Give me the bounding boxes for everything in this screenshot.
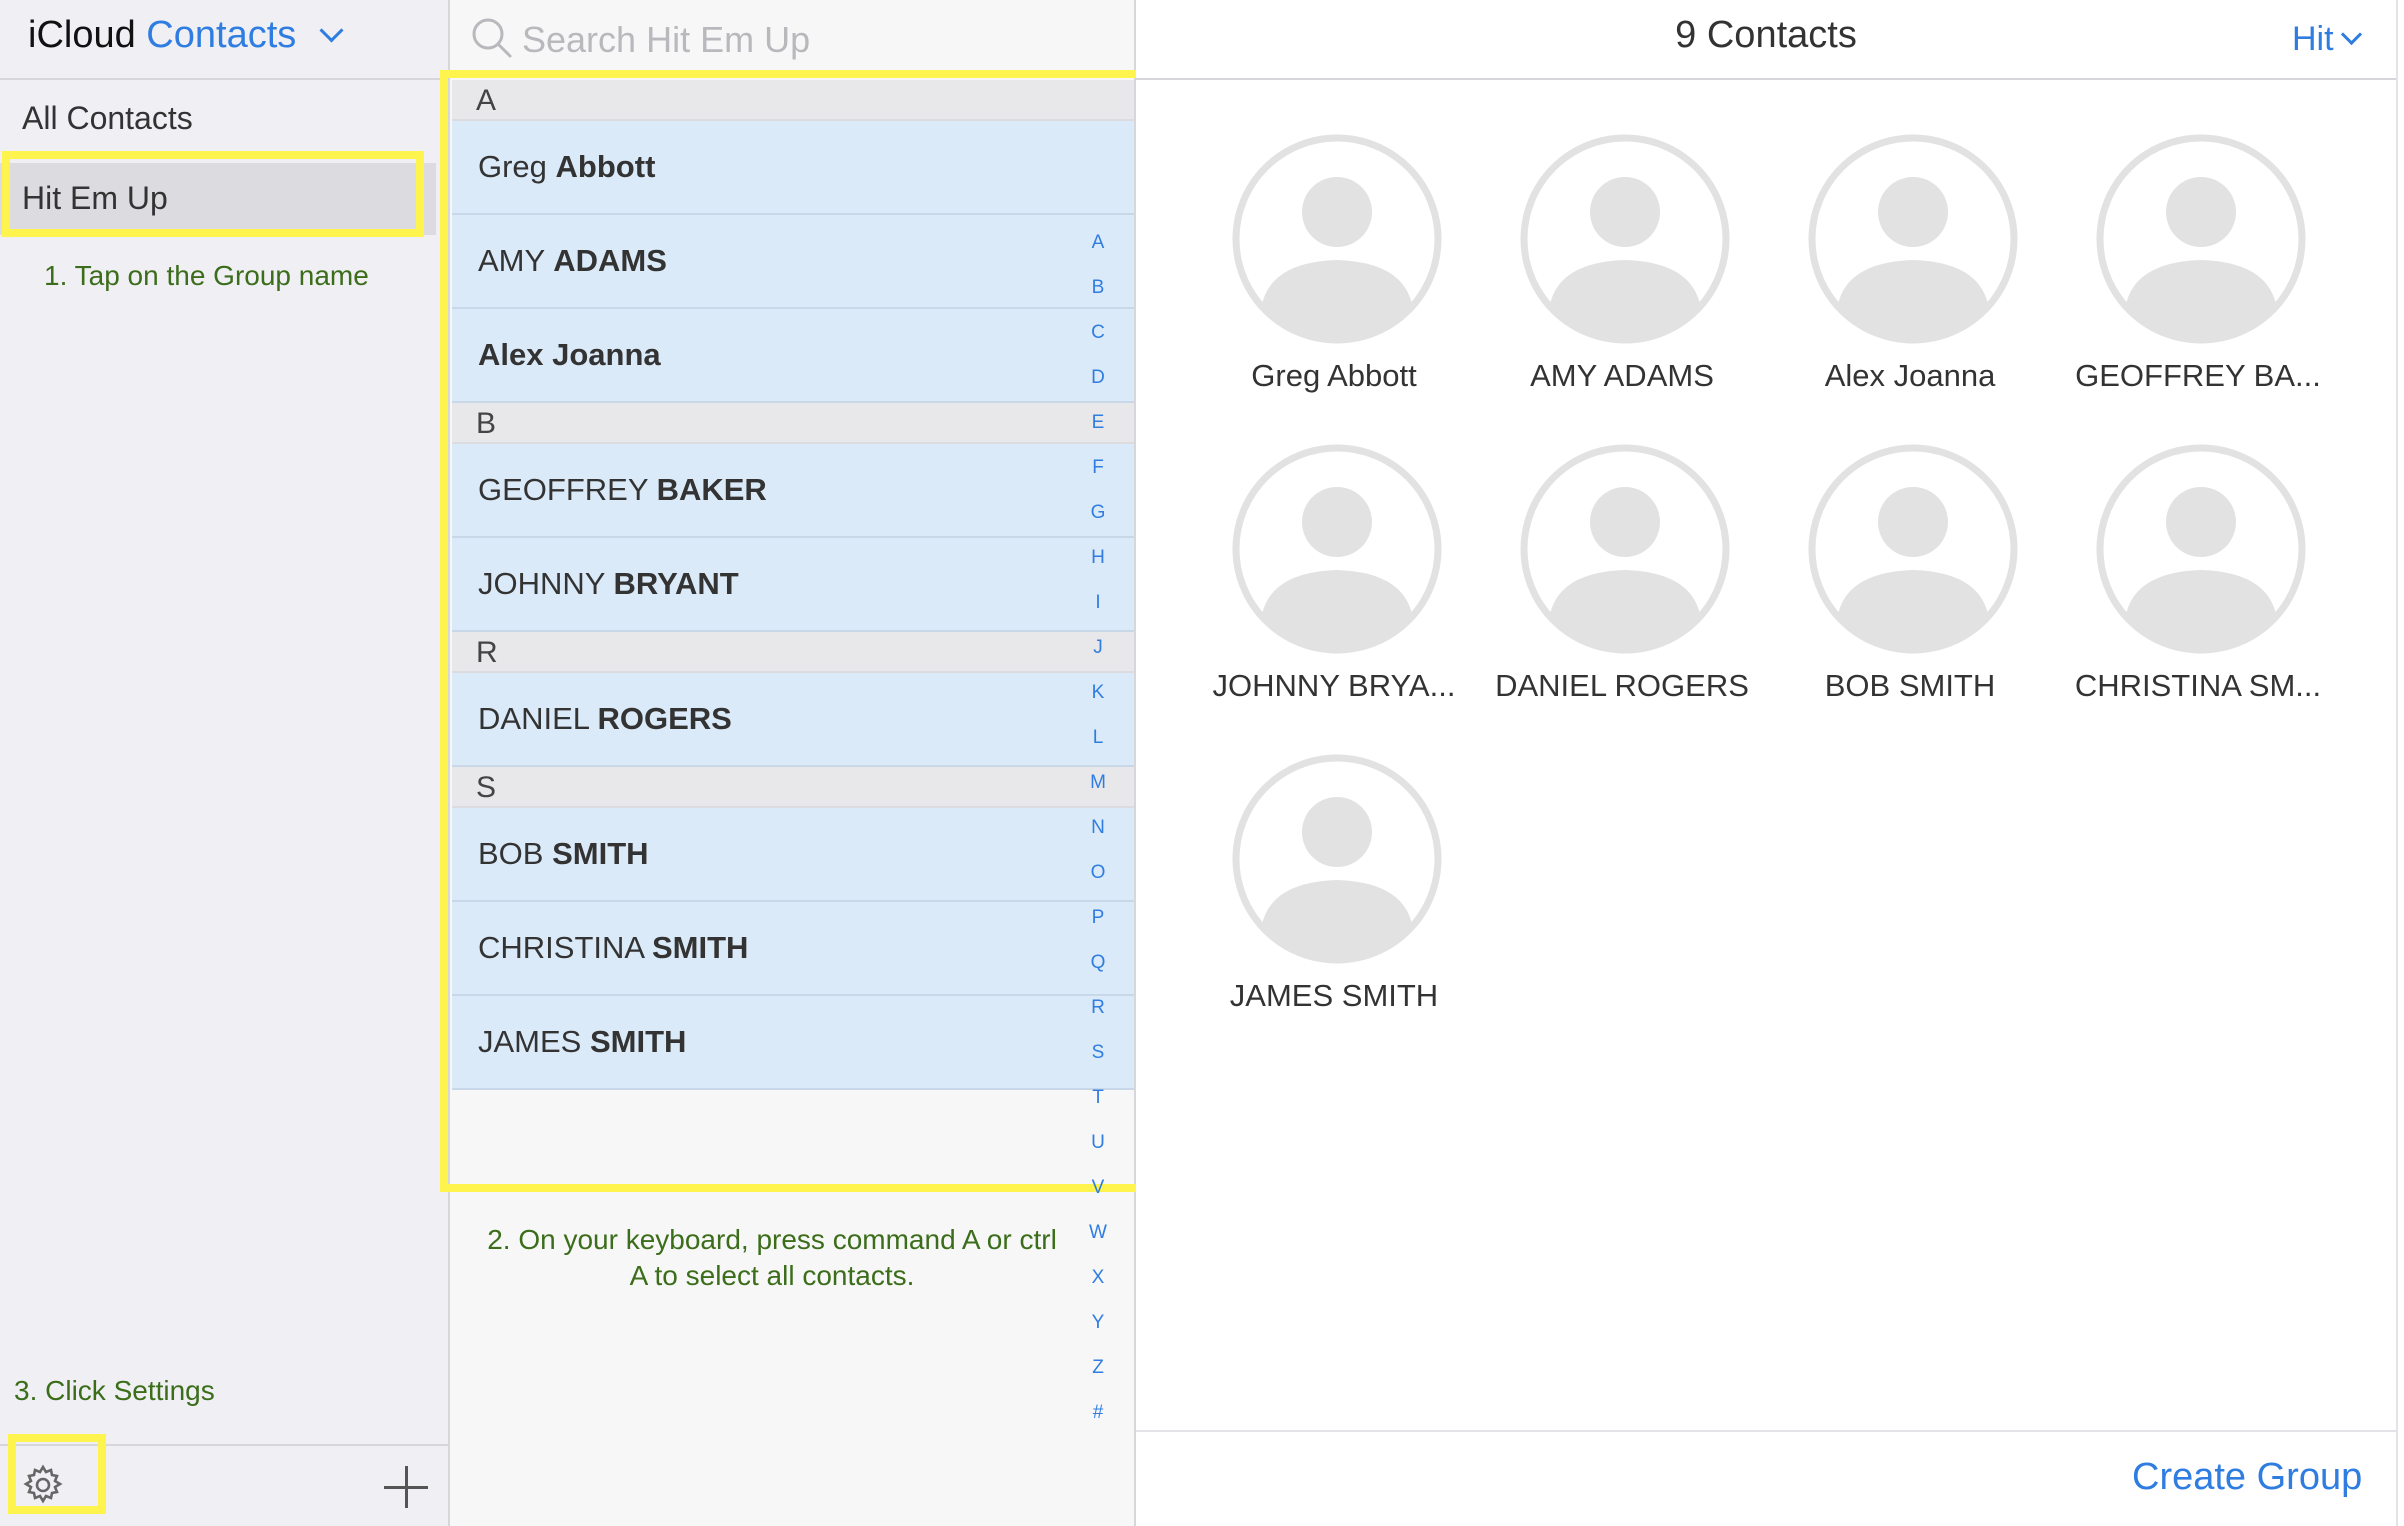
person-placeholder-icon [1808, 444, 2018, 659]
highlight-box-group [2, 151, 424, 237]
person-placeholder-icon [2096, 134, 2306, 349]
instruction-note-1: 1. Tap on the Group name [44, 260, 369, 291]
app-section: Contacts [146, 14, 297, 56]
highlight-box-list [440, 70, 1144, 1192]
contact-card[interactable]: Greg Abbott [1190, 130, 1478, 420]
contact-card[interactable]: CHRISTINA SM... [2054, 440, 2342, 730]
app-title-menu[interactable]: iCloud Contacts [28, 14, 344, 57]
contact-name: JOHNNY BRYA... [1212, 668, 1456, 703]
highlight-box-settings [8, 1434, 106, 1514]
person-placeholder-icon [1232, 754, 1442, 969]
search-icon [472, 18, 512, 58]
contact-name: DANIEL ROGERS [1495, 668, 1749, 703]
create-group-button[interactable]: Create Group [2132, 1456, 2362, 1499]
person-placeholder-icon [1520, 444, 1730, 659]
instruction-note-2: 2. On your keyboard, press command A or … [487, 1224, 1057, 1291]
alphabet-index-letter[interactable]: X [1088, 1267, 1108, 1312]
alphabet-index-letter[interactable]: M [1088, 772, 1108, 817]
chevron-down-icon [2340, 23, 2362, 46]
contact-card[interactable]: JAMES SMITH [1190, 750, 1478, 1040]
alphabet-index[interactable]: A B C D E F G H I J K L M N O P Q R S T U V W X Y Z # [1088, 232, 1108, 1447]
person-placeholder-icon [1808, 134, 2018, 349]
sidebar-item-all-contacts[interactable]: All Contacts [22, 100, 193, 137]
alphabet-index-letter[interactable]: H [1088, 547, 1108, 592]
person-placeholder-icon [1232, 134, 1442, 349]
alphabet-index-letter[interactable]: F [1088, 457, 1108, 502]
instruction-note-3: 3. Click Settings [14, 1375, 215, 1406]
alphabet-index-letter[interactable]: I [1088, 592, 1108, 637]
contact-name: AMY ADAMS [1530, 358, 1714, 393]
alphabet-index-letter[interactable]: U [1088, 1132, 1108, 1177]
alphabet-index-letter[interactable]: J [1088, 637, 1108, 682]
alphabet-index-letter[interactable]: S [1088, 1042, 1108, 1087]
alphabet-index-letter[interactable]: Q [1088, 952, 1108, 997]
alphabet-index-letter[interactable]: Y [1088, 1312, 1108, 1357]
divider [1136, 1430, 2396, 1432]
group-switch-label: Hit [2292, 20, 2334, 58]
person-placeholder-icon [1520, 134, 1730, 349]
app-name: iCloud [28, 14, 136, 56]
chevron-down-icon [319, 18, 344, 43]
alphabet-index-letter[interactable]: C [1088, 322, 1108, 367]
contact-card[interactable]: DANIEL ROGERS [1478, 440, 1766, 730]
person-placeholder-icon [2096, 444, 2306, 659]
contact-card[interactable]: Alex Joanna [1766, 130, 2054, 420]
divider [2396, 0, 2398, 1526]
group-switch-button[interactable]: Hit [2292, 20, 2362, 59]
contact-card[interactable]: AMY ADAMS [1478, 130, 1766, 420]
alphabet-index-letter[interactable]: K [1088, 682, 1108, 727]
contact-name: Alex Joanna [1824, 358, 1996, 393]
contact-card[interactable]: GEOFFREY BA... [2054, 130, 2342, 420]
contact-name: Greg Abbott [1251, 358, 1417, 393]
plus-icon[interactable] [380, 1462, 432, 1514]
contact-card[interactable]: BOB SMITH [1766, 440, 2054, 730]
alphabet-index-letter[interactable]: Z [1088, 1357, 1108, 1402]
search-input[interactable] [520, 10, 1084, 70]
contact-count-title: 9 Contacts [1675, 14, 1857, 56]
alphabet-index-letter[interactable]: R [1088, 997, 1108, 1042]
contact-card[interactable]: JOHNNY BRYA... [1190, 440, 1478, 730]
person-placeholder-icon [1232, 444, 1442, 659]
alphabet-index-letter[interactable]: N [1088, 817, 1108, 862]
contact-name: GEOFFREY BA... [2075, 358, 2321, 393]
alphabet-index-letter[interactable]: # [1088, 1402, 1108, 1447]
alphabet-index-letter[interactable]: O [1088, 862, 1108, 907]
alphabet-index-letter[interactable]: V [1088, 1177, 1108, 1222]
alphabet-index-letter[interactable]: T [1088, 1087, 1108, 1132]
alphabet-index-letter[interactable]: P [1088, 907, 1108, 952]
alphabet-index-letter[interactable]: W [1088, 1222, 1108, 1267]
alphabet-index-letter[interactable]: D [1088, 367, 1108, 412]
divider [1136, 78, 2396, 80]
alphabet-index-letter[interactable]: A [1088, 232, 1108, 277]
contact-name: JAMES SMITH [1229, 978, 1439, 1013]
divider [0, 78, 448, 80]
alphabet-index-letter[interactable]: L [1088, 727, 1108, 772]
alphabet-index-letter[interactable]: G [1088, 502, 1108, 547]
alphabet-index-letter[interactable]: E [1088, 412, 1108, 457]
alphabet-index-letter[interactable]: B [1088, 277, 1108, 322]
contact-name: BOB SMITH [1824, 668, 1996, 703]
contact-name: CHRISTINA SM... [2074, 668, 2322, 703]
